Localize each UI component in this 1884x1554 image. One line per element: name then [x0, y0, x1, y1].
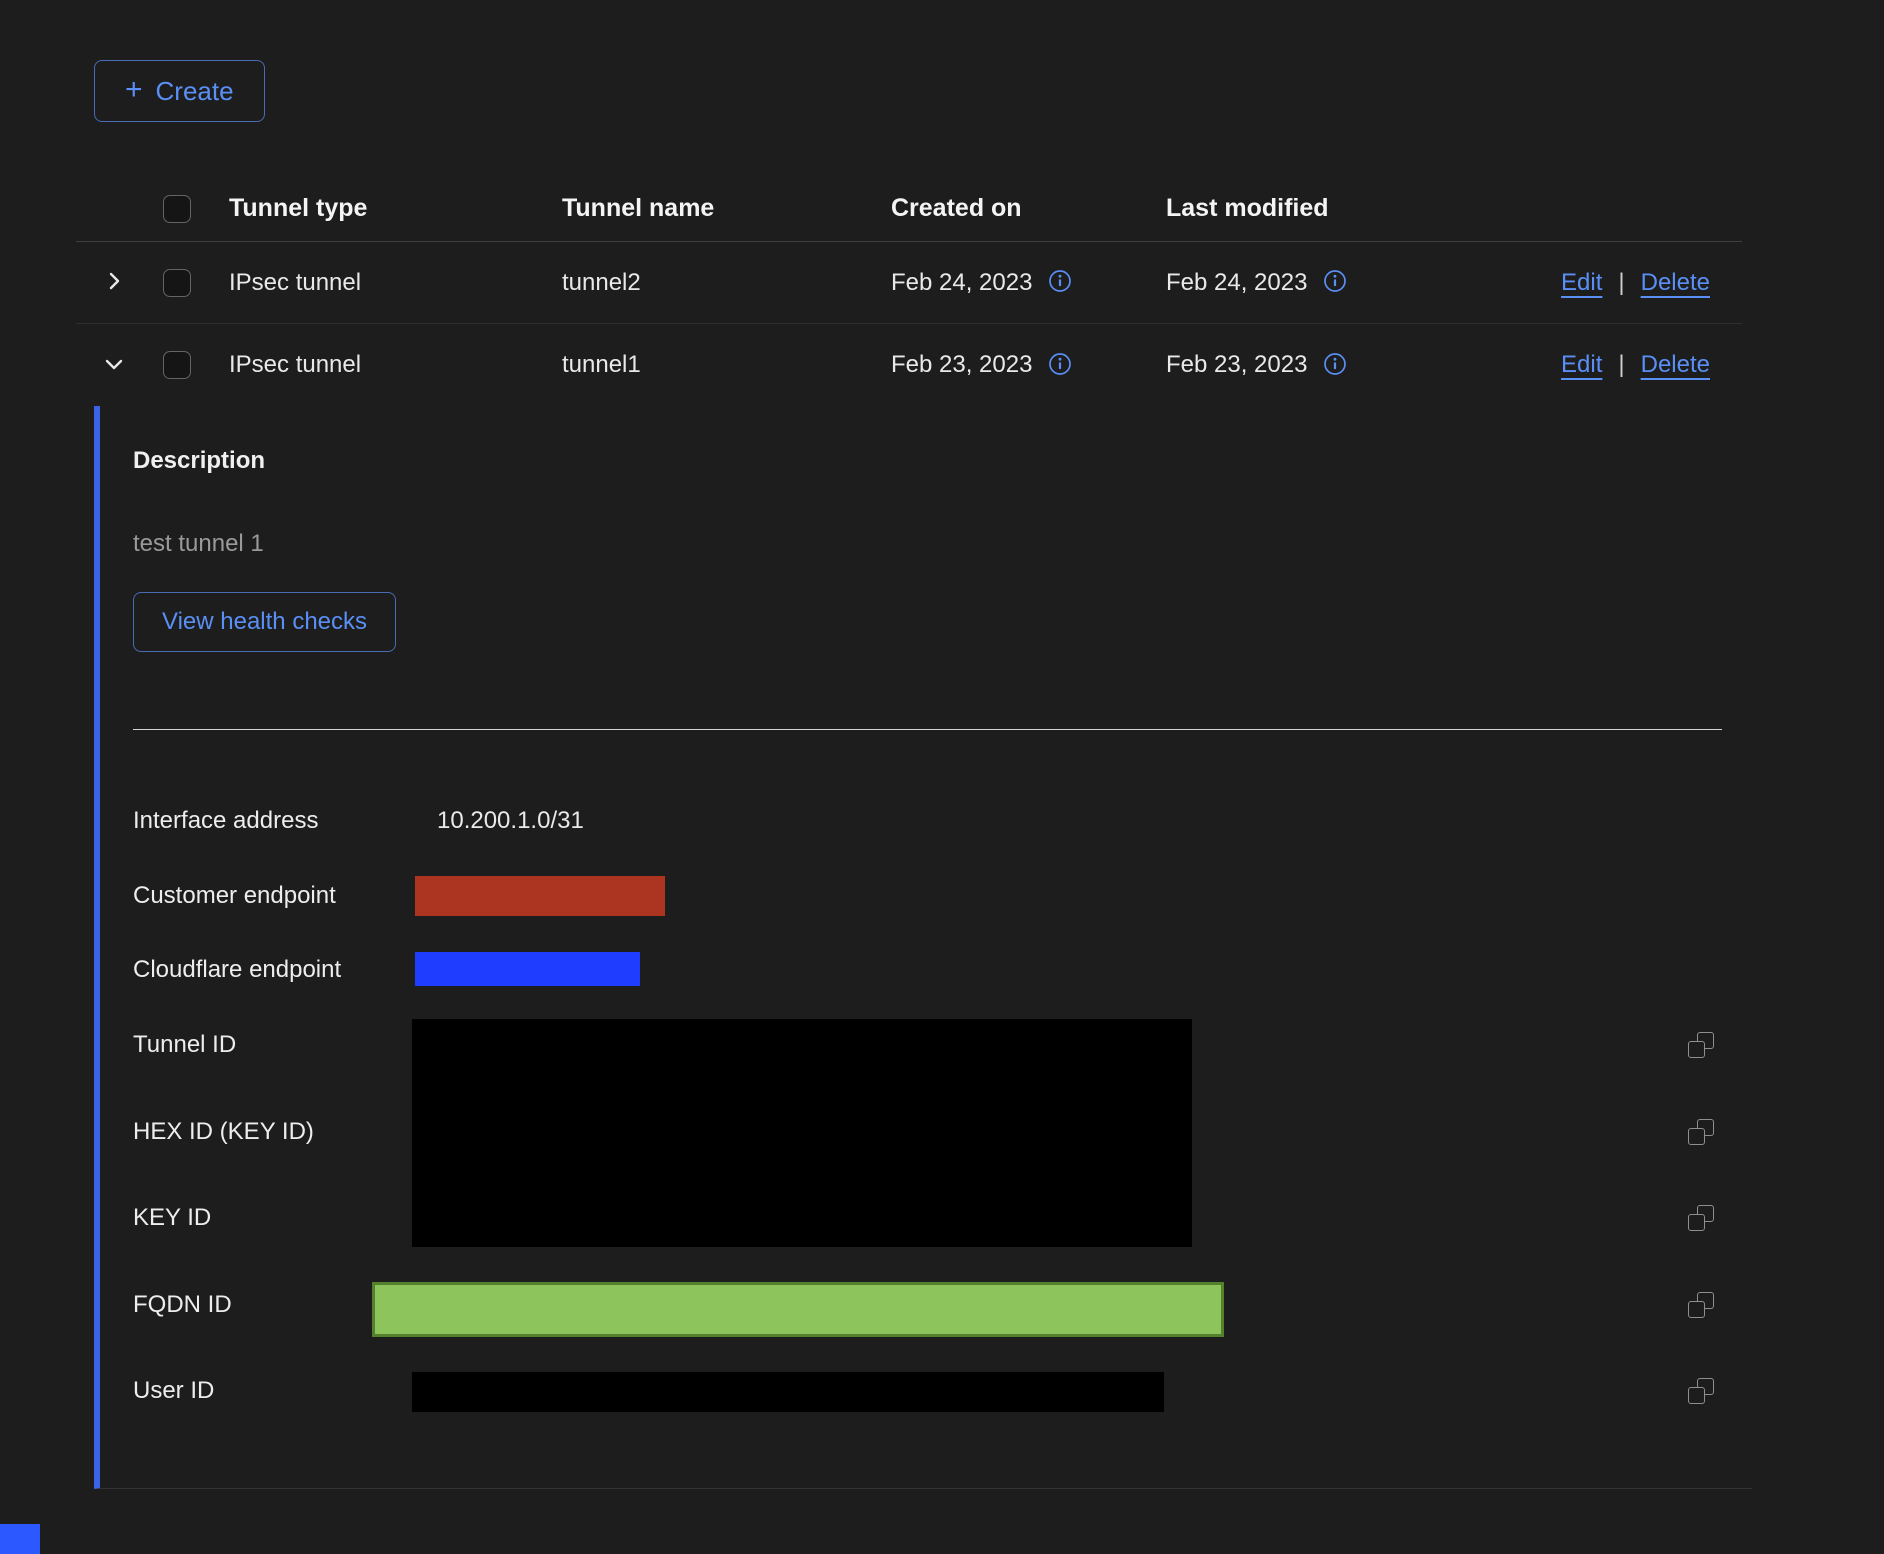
copy-icon [1688, 1205, 1714, 1231]
user-id-label: User ID [133, 1376, 214, 1406]
column-header-created-on: Created on [891, 194, 1166, 223]
copy-hex-id-button[interactable] [1688, 1119, 1714, 1145]
create-button-label: Create [156, 76, 234, 107]
fqdn-id-redaction [372, 1282, 1224, 1337]
table-header-row: Tunnel type Tunnel name Created on Last … [76, 176, 1742, 242]
view-health-checks-button[interactable]: View health checks [133, 592, 396, 652]
chevron-down-icon [102, 352, 126, 379]
info-icon [1048, 352, 1072, 379]
interface-address-value: 10.200.1.0/31 [437, 806, 584, 836]
last-modified-cell: Feb 24, 2023 [1166, 269, 1307, 297]
action-separator: | [1618, 351, 1624, 379]
user-id-redaction [412, 1372, 1164, 1412]
column-header-tunnel-name: Tunnel name [562, 194, 891, 223]
table-row-tunnel1: IPsec tunnel tunnel1 Feb 23, 2023 Feb 23… [76, 324, 1742, 406]
plus-icon: + [125, 75, 143, 105]
tunnels-page: + Create Tunnel type Tunnel name Created… [0, 0, 1884, 1554]
interface-address-label: Interface address [133, 806, 318, 836]
copy-icon [1688, 1292, 1714, 1318]
copy-user-id-button[interactable] [1688, 1378, 1714, 1404]
created-on-info-button[interactable] [1048, 352, 1072, 379]
last-modified-info-button[interactable] [1323, 269, 1347, 296]
column-header-tunnel-type: Tunnel type [229, 194, 562, 223]
table-row-tunnel2: IPsec tunnel tunnel2 Feb 24, 2023 Feb 24… [76, 242, 1742, 324]
collapse-row-button[interactable] [102, 352, 126, 379]
chevron-right-icon [102, 269, 126, 296]
customer-endpoint-redaction [415, 876, 665, 916]
copy-icon [1688, 1378, 1714, 1404]
delete-link[interactable]: Delete [1641, 269, 1710, 297]
row-checkbox[interactable] [163, 269, 191, 297]
last-modified-info-button[interactable] [1323, 352, 1347, 379]
key-id-label: KEY ID [133, 1203, 211, 1233]
cloudflare-endpoint-label: Cloudflare endpoint [133, 955, 341, 985]
tunnels-table: Tunnel type Tunnel name Created on Last … [76, 176, 1742, 406]
corner-accent [0, 1524, 40, 1554]
last-modified-cell: Feb 23, 2023 [1166, 351, 1307, 379]
created-on-cell: Feb 24, 2023 [891, 269, 1032, 297]
tunnel-name-cell: tunnel1 [562, 351, 891, 379]
tunnel-name-cell: tunnel2 [562, 269, 891, 297]
info-icon [1323, 352, 1347, 379]
create-button[interactable]: + Create [94, 60, 265, 122]
copy-tunnel-id-button[interactable] [1688, 1032, 1714, 1058]
created-on-cell: Feb 23, 2023 [891, 351, 1032, 379]
row-checkbox[interactable] [163, 351, 191, 379]
expand-row-button[interactable] [102, 269, 126, 296]
tunnel-type-cell: IPsec tunnel [229, 269, 562, 297]
tunnel-detail-panel: Description test tunnel 1 View health ch… [94, 406, 1752, 1489]
edit-link[interactable]: Edit [1561, 269, 1602, 297]
created-on-info-button[interactable] [1048, 269, 1072, 296]
edit-link[interactable]: Edit [1561, 351, 1602, 379]
tunnel-type-cell: IPsec tunnel [229, 351, 562, 379]
copy-icon [1688, 1119, 1714, 1145]
fqdn-id-label: FQDN ID [133, 1290, 232, 1320]
tunnel-ids-redaction [412, 1019, 1192, 1247]
section-divider [133, 729, 1722, 730]
copy-key-id-button[interactable] [1688, 1205, 1714, 1231]
description-label: Description [133, 447, 265, 475]
info-icon [1048, 269, 1072, 296]
column-header-last-modified: Last modified [1166, 194, 1480, 223]
description-value: test tunnel 1 [133, 530, 264, 558]
info-icon [1323, 269, 1347, 296]
delete-link[interactable]: Delete [1641, 351, 1710, 379]
customer-endpoint-label: Customer endpoint [133, 881, 336, 911]
hex-id-label: HEX ID (KEY ID) [133, 1117, 314, 1147]
copy-icon [1688, 1032, 1714, 1058]
action-separator: | [1618, 269, 1624, 297]
select-all-checkbox[interactable] [163, 195, 191, 223]
copy-fqdn-id-button[interactable] [1688, 1292, 1714, 1318]
tunnel-id-label: Tunnel ID [133, 1030, 236, 1060]
cloudflare-endpoint-redaction [415, 952, 640, 986]
